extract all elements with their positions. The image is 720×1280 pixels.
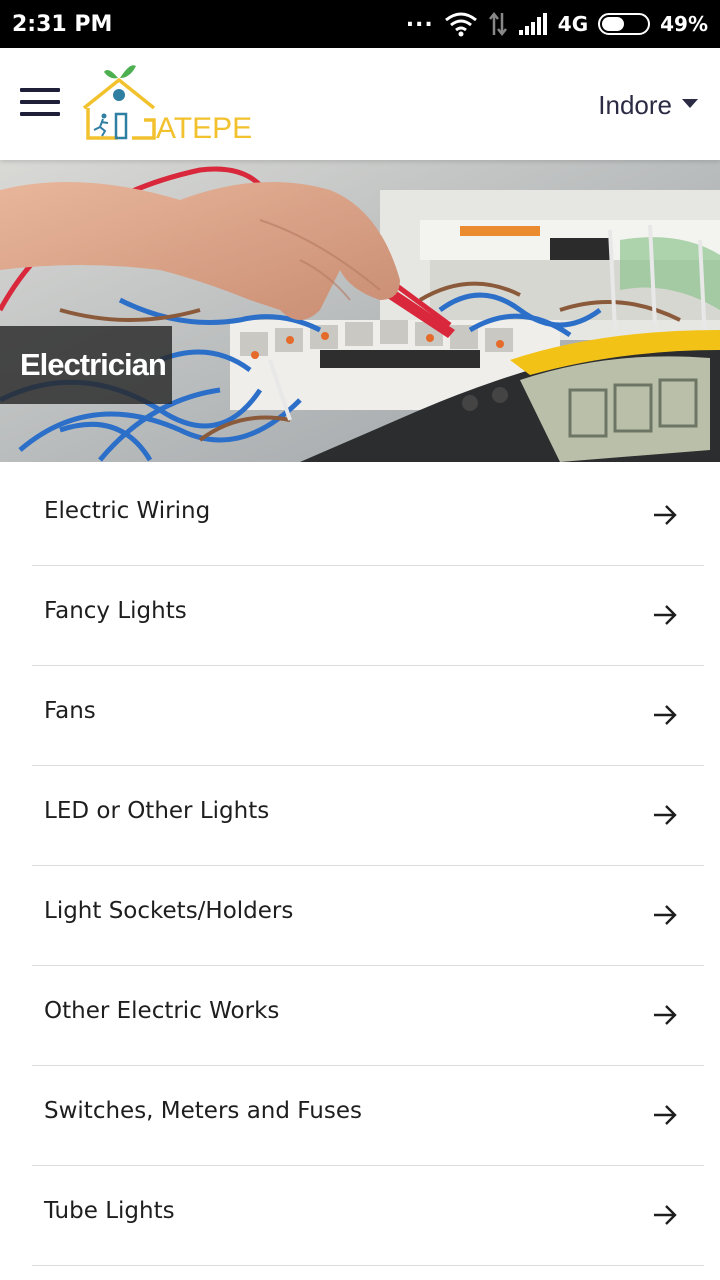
location-dropdown[interactable]: Indore — [598, 90, 698, 121]
logo-g — [132, 118, 156, 140]
service-item-other-electric-works[interactable]: Other Electric Works — [32, 966, 704, 1066]
caret-down-icon — [682, 99, 698, 108]
arrow-right-icon — [654, 505, 677, 525]
battery-fill — [602, 17, 624, 31]
service-item-electric-wiring[interactable]: Electric Wiring — [32, 466, 704, 566]
signal-icon — [518, 13, 547, 35]
service-label: Light Sockets/Holders — [44, 897, 294, 924]
menu-line — [20, 112, 60, 116]
hamburger-menu-icon[interactable] — [14, 82, 66, 122]
data-arrows-icon — [488, 11, 507, 37]
app-bar: ATEPE Indore — [0, 48, 720, 160]
status-icons: ... 4G 49% — [406, 7, 708, 37]
service-label: Electric Wiring — [44, 497, 211, 524]
logo-runner — [93, 118, 109, 137]
more-dots-icon: ... — [405, 6, 434, 32]
location-value: Indore — [598, 90, 672, 120]
category-banner: Electrician — [0, 160, 720, 462]
logo-leaf-left — [104, 70, 118, 79]
menu-line — [20, 88, 60, 92]
service-item-fans[interactable]: Fans — [32, 666, 704, 766]
network-type: 4G — [557, 12, 589, 36]
status-time: 2:31 PM — [12, 11, 113, 37]
logo-leaf-right — [120, 65, 136, 78]
service-label: Other Electric Works — [44, 997, 280, 1024]
service-item-fancy-lights[interactable]: Fancy Lights — [32, 566, 704, 666]
wifi-icon — [444, 12, 477, 37]
arrow-right-icon — [654, 705, 677, 725]
logo-dot — [113, 89, 125, 101]
logo-door — [114, 112, 128, 140]
service-item-light-sockets[interactable]: Light Sockets/Holders — [32, 866, 704, 966]
gatepe-logo[interactable]: ATEPE — [80, 60, 260, 146]
arrow-right-icon — [654, 1205, 677, 1225]
service-label: Tube Lights — [44, 1197, 175, 1224]
arrow-right-icon — [654, 605, 677, 625]
menu-line — [20, 100, 60, 104]
category-title: Electrician — [0, 326, 172, 404]
arrow-right-icon — [654, 1005, 677, 1025]
service-item-tube-lights[interactable]: Tube Lights — [32, 1166, 704, 1266]
status-bar: 2:31 PM ... 4G 49% — [0, 0, 720, 48]
arrow-right-icon — [654, 805, 677, 825]
battery-icon — [598, 13, 651, 35]
service-label: Switches, Meters and Fuses — [44, 1097, 362, 1124]
logo-runner-head — [101, 113, 107, 119]
electrician-hero-image — [0, 160, 720, 462]
arrow-right-icon — [654, 905, 677, 925]
service-item-led-lights[interactable]: LED or Other Lights — [32, 766, 704, 866]
service-item-switches-meters-fuses[interactable]: Switches, Meters and Fuses — [32, 1066, 704, 1166]
service-label: LED or Other Lights — [44, 797, 270, 824]
arrow-right-icon — [654, 1105, 677, 1125]
battery-percent: 49% — [660, 12, 708, 36]
service-list: Electric Wiring Fancy Lights Fans LED or… — [0, 466, 720, 1266]
service-label: Fancy Lights — [44, 597, 187, 624]
service-label: Fans — [44, 697, 96, 724]
logo-text: ATEPE — [156, 112, 252, 145]
